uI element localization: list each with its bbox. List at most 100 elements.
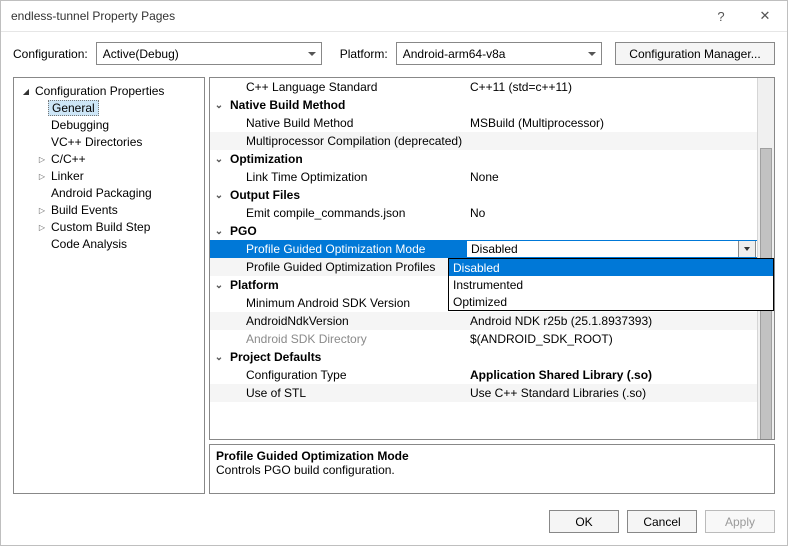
collapse-icon: ⌄ — [210, 154, 228, 165]
right-panel: C++ Language StandardC++11 (std=c++11)⌄N… — [209, 77, 775, 494]
property-grid[interactable]: C++ Language StandardC++11 (std=c++11)⌄N… — [209, 77, 775, 440]
collapse-icon: ⌄ — [210, 226, 228, 237]
dropdown-option[interactable]: Instrumented — [449, 276, 773, 293]
window-title: endless-tunnel Property Pages — [11, 9, 175, 23]
config-toolbar: Configuration: Active(Debug) Platform: A… — [1, 32, 787, 75]
description-panel: Profile Guided Optimization Mode Control… — [209, 444, 775, 494]
grid-prop-name: Output Files — [228, 188, 450, 202]
grid-prop-name: Optimization — [228, 152, 450, 166]
configuration-value: Active(Debug) — [103, 47, 179, 61]
grid-category[interactable]: ⌄PGO — [210, 222, 758, 240]
grid-prop-name: Profile Guided Optimization Profiles — [228, 260, 466, 274]
tree-item[interactable]: C/C++ — [14, 150, 204, 167]
grid-prop-name: C++ Language Standard — [228, 80, 466, 94]
tree-item[interactable]: Custom Build Step — [14, 218, 204, 235]
grid-prop-name: Native Build Method — [228, 116, 466, 130]
tree-item[interactable]: Debugging — [14, 116, 204, 133]
grid-prop-value[interactable]: C++11 (std=c++11) — [466, 80, 758, 94]
grid-row[interactable]: Multiprocessor Compilation (deprecated) — [210, 132, 758, 150]
nav-tree[interactable]: Configuration Properties General Debuggin… — [13, 77, 205, 494]
tree-item[interactable]: Linker — [14, 167, 204, 184]
grid-prop-name: Multiprocessor Compilation (deprecated) — [228, 134, 466, 148]
platform-combo[interactable]: Android-arm64-v8a — [396, 42, 602, 65]
platform-label: Platform: — [340, 47, 388, 61]
window-controls: ? ✕ — [699, 1, 787, 31]
collapse-icon: ⌄ — [210, 190, 228, 201]
collapse-icon: ⌄ — [210, 100, 228, 111]
grid-category[interactable]: ⌄Output Files — [210, 186, 758, 204]
grid-prop-name: AndroidNdkVersion — [228, 314, 466, 328]
tree-item-label: Code Analysis — [48, 237, 130, 251]
dialog-buttons: OK Cancel Apply — [1, 500, 787, 545]
grid-row[interactable]: Android SDK Directory$(ANDROID_SDK_ROOT) — [210, 330, 758, 348]
platform-value: Android-arm64-v8a — [403, 47, 506, 61]
grid-row[interactable]: Configuration TypeApplication Shared Lib… — [210, 366, 758, 384]
grid-prop-name: Native Build Method — [228, 98, 450, 112]
configuration-manager-button[interactable]: Configuration Manager... — [615, 42, 775, 65]
configuration-combo[interactable]: Active(Debug) — [96, 42, 322, 65]
grid-prop-name: PGO — [228, 224, 450, 238]
collapse-icon: ⌄ — [210, 280, 228, 291]
cancel-button[interactable]: Cancel — [627, 510, 697, 533]
grid-prop-value[interactable]: $(ANDROID_SDK_ROOT) — [466, 332, 758, 346]
grid-prop-name: Minimum Android SDK Version — [228, 296, 466, 310]
grid-prop-value[interactable]: MSBuild (Multiprocessor) — [466, 116, 758, 130]
grid-prop-value[interactable]: No — [466, 206, 758, 220]
grid-prop-value[interactable]: Android NDK r25b (25.1.8937393) — [466, 314, 758, 328]
ok-button[interactable]: OK — [549, 510, 619, 533]
tree-item[interactable]: General — [14, 99, 204, 116]
grid-prop-name: Emit compile_commands.json — [228, 206, 466, 220]
dropdown-button[interactable] — [738, 240, 756, 258]
apply-button[interactable]: Apply — [705, 510, 775, 533]
grid-row[interactable]: C++ Language StandardC++11 (std=c++11) — [210, 78, 758, 96]
grid-prop-name: Use of STL — [228, 386, 466, 400]
tree-item[interactable]: VC++ Directories — [14, 133, 204, 150]
collapse-icon: ⌄ — [210, 352, 228, 363]
grid-prop-name: Project Defaults — [228, 350, 450, 364]
chevron-right-icon — [36, 170, 48, 182]
chevron-right-icon — [36, 153, 48, 165]
chevron-right-icon — [36, 221, 48, 233]
grid-prop-value[interactable]: None — [466, 170, 758, 184]
grid-prop-value[interactable]: Use C++ Standard Libraries (.so) — [466, 386, 758, 400]
grid-row[interactable]: Link Time OptimizationNone — [210, 168, 758, 186]
tree-item-label: Custom Build Step — [48, 220, 153, 234]
tree-item[interactable]: Build Events — [14, 201, 204, 218]
grid-row[interactable]: Profile Guided Optimization ModeDisabled — [210, 240, 758, 258]
tree-item-label: Build Events — [48, 203, 121, 217]
content-area: Configuration Properties General Debuggin… — [1, 75, 787, 500]
tree-item-label: Debugging — [48, 118, 112, 132]
grid-category[interactable]: ⌄Optimization — [210, 150, 758, 168]
help-button[interactable]: ? — [699, 1, 743, 31]
description-body: Controls PGO build configuration. — [216, 463, 768, 477]
grid-prop-value[interactable]: Disabled — [466, 240, 758, 258]
tree-item-label: C/C++ — [48, 152, 89, 166]
grid-category[interactable]: ⌄Native Build Method — [210, 96, 758, 114]
grid-category[interactable]: ⌄Project Defaults — [210, 348, 758, 366]
tree-item[interactable]: Android Packaging — [14, 184, 204, 201]
grid-row[interactable]: Native Build MethodMSBuild (Multiprocess… — [210, 114, 758, 132]
description-title: Profile Guided Optimization Mode — [216, 449, 768, 463]
grid-prop-name: Configuration Type — [228, 368, 466, 382]
pgo-mode-dropdown[interactable]: DisabledInstrumentedOptimized — [448, 258, 774, 311]
chevron-down-icon — [20, 85, 32, 97]
tree-item-label: Android Packaging — [48, 186, 155, 200]
grid-prop-name: Link Time Optimization — [228, 170, 466, 184]
grid-prop-value[interactable]: Application Shared Library (.so) — [466, 368, 758, 382]
titlebar: endless-tunnel Property Pages ? ✕ — [1, 1, 787, 32]
tree-item-label: Linker — [48, 169, 87, 183]
grid-row[interactable]: Use of STLUse C++ Standard Libraries (.s… — [210, 384, 758, 402]
tree-item-label: General — [48, 100, 99, 116]
tree-item[interactable]: Code Analysis — [14, 235, 204, 252]
close-button[interactable]: ✕ — [743, 1, 787, 31]
grid-row[interactable]: AndroidNdkVersionAndroid NDK r25b (25.1.… — [210, 312, 758, 330]
chevron-right-icon — [36, 204, 48, 216]
configuration-label: Configuration: — [13, 47, 88, 61]
dropdown-option[interactable]: Disabled — [449, 259, 773, 276]
grid-row[interactable]: Emit compile_commands.jsonNo — [210, 204, 758, 222]
grid-prop-name: Profile Guided Optimization Mode — [228, 242, 466, 256]
grid-prop-name: Platform — [228, 278, 450, 292]
tree-root[interactable]: Configuration Properties — [14, 82, 204, 99]
dropdown-option[interactable]: Optimized — [449, 293, 773, 310]
tree-item-label: VC++ Directories — [48, 135, 145, 149]
